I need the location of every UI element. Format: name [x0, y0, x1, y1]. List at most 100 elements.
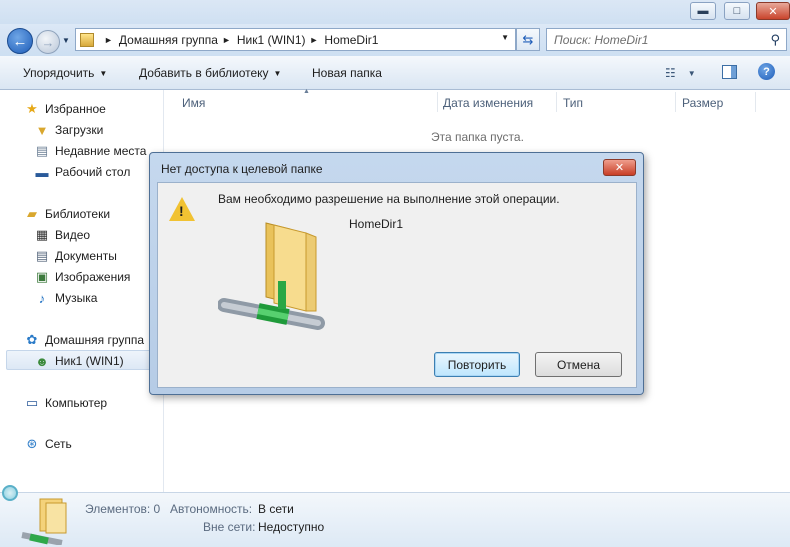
warning-exclamation-icon: !: [179, 203, 184, 219]
sidebar-item-user[interactable]: ☻ Ник1 (WIN1): [34, 352, 124, 370]
search-input[interactable]: [554, 32, 764, 47]
user-icon: ☻: [35, 353, 49, 369]
sidebar-item-computer[interactable]: ▭ Компьютер: [24, 394, 107, 412]
sidebar-item-video[interactable]: ▦ Видео: [34, 226, 90, 244]
close-icon: ✕: [614, 162, 625, 174]
column-header-size[interactable]: Размер: [682, 96, 723, 110]
back-button[interactable]: ←: [7, 28, 33, 54]
computer-icon: ▭: [25, 395, 39, 410]
column-divider[interactable]: [437, 92, 438, 112]
forward-button[interactable]: →: [36, 30, 60, 54]
column-header-date[interactable]: Дата изменения: [443, 96, 533, 110]
views-icon: ☷: [665, 66, 676, 80]
sidebar-item-label: Библиотеки: [45, 207, 111, 221]
dialog-body: ! Вам необходимо разрешение на выполнени…: [157, 182, 637, 388]
column-header-name[interactable]: Имя: [182, 96, 205, 110]
back-arrow-icon: ←: [12, 32, 28, 50]
help-icon[interactable]: ?: [758, 63, 775, 80]
new-folder-button[interactable]: Новая папка: [312, 66, 382, 80]
title-bar: ▬ □ ✕: [0, 0, 790, 24]
sidebar-item-recent[interactable]: ▤ Недавние места: [34, 142, 147, 160]
sidebar-item-homegroup[interactable]: ✿ Домашняя группа: [24, 331, 144, 349]
sidebar-item-label: Документы: [55, 249, 117, 263]
offline-status-value: В сети: [258, 502, 294, 516]
sidebar-item-label: Ник1 (WIN1): [55, 354, 124, 368]
homegroup-icon: ✿: [26, 332, 38, 347]
sidebar-item-label: Домашняя группа: [45, 333, 145, 347]
search-icon[interactable]: ⚲: [770, 32, 780, 48]
breadcrumb-arrow-icon[interactable]: ►: [310, 35, 319, 45]
minimize-button[interactable]: ▬: [690, 2, 716, 20]
sidebar-item-label: Рабочий стол: [55, 165, 131, 179]
history-dropdown-icon[interactable]: ▼: [62, 36, 70, 45]
address-dropdown-icon[interactable]: ▼: [501, 33, 509, 42]
recent-places-icon: ▤: [35, 143, 49, 158]
sidebar-item-label: Компьютер: [45, 396, 108, 410]
maximize-button[interactable]: □: [724, 2, 750, 20]
images-icon: ▣: [35, 269, 49, 284]
access-denied-dialog: Нет доступа к целевой папке ✕ ! Вам необ…: [149, 152, 644, 395]
column-divider[interactable]: [556, 92, 557, 112]
chevron-down-icon: ▼: [273, 69, 282, 78]
refresh-button[interactable]: ⇆: [516, 28, 540, 51]
sidebar-item-documents[interactable]: ▤ Документы: [34, 247, 117, 265]
sidebar-item-images[interactable]: ▣ Изображения: [34, 268, 131, 286]
address-row: ← → ▼ ► Домашняя группа ► Ник1 (WIN1) ► …: [0, 24, 790, 56]
busy-cursor-icon: [2, 485, 18, 501]
add-to-library-button[interactable]: Добавить в библиотеку ▼: [139, 66, 281, 80]
retry-button[interactable]: Повторить: [434, 352, 520, 377]
offline-availability-label: Вне сети:: [203, 520, 256, 534]
offline-status-label: Автономность:: [170, 502, 253, 516]
breadcrumb-arrow-icon[interactable]: ►: [222, 35, 231, 45]
sidebar-item-favorites[interactable]: ★ Избранное: [24, 100, 106, 118]
empty-folder-message: Эта папка пуста.: [431, 130, 524, 144]
add-to-library-label: Добавить в библиотеку: [139, 66, 269, 80]
star-icon: ★: [26, 101, 38, 116]
sidebar-item-downloads[interactable]: ▼ Загрузки: [34, 121, 104, 139]
sidebar-item-label: Видео: [55, 228, 91, 242]
cancel-button[interactable]: Отмена: [535, 352, 622, 377]
sidebar-item-libraries[interactable]: ▰ Библиотеки: [24, 205, 110, 223]
navigation-pane: ★ Избранное ▼ Загрузки ▤ Недавние места ▬ Ра…: [0, 90, 164, 492]
sort-arrow-icon: ▲: [303, 88, 310, 95]
view-options-button[interactable]: ☷ ▼: [665, 66, 696, 80]
address-bar[interactable]: ► Домашняя группа ► Ник1 (WIN1) ► HomeDi…: [75, 28, 516, 51]
network-folder-icon: [218, 222, 325, 330]
breadcrumb-user[interactable]: Ник1 (WIN1): [237, 33, 306, 47]
sidebar-item-music[interactable]: ♪ Музыка: [34, 289, 98, 307]
dialog-message: Вам необходимо разрешение на выполнение …: [218, 192, 560, 206]
preview-pane-icon[interactable]: [722, 65, 737, 79]
video-icon: ▦: [35, 227, 49, 242]
organize-button[interactable]: Упорядочить ▼: [23, 66, 107, 80]
breadcrumb-arrow-icon[interactable]: ►: [104, 35, 113, 45]
forward-arrow-icon: →: [41, 34, 55, 50]
sidebar-item-desktop[interactable]: ▬ Рабочий стол: [34, 163, 131, 181]
dialog-title: Нет доступа к целевой папке: [161, 162, 323, 176]
offline-availability-value: Недоступно: [258, 520, 325, 534]
sidebar-item-label: Загрузки: [55, 123, 104, 137]
sidebar-item-label: Избранное: [45, 102, 106, 116]
chevron-down-icon: ▼: [687, 69, 696, 78]
documents-icon: ▤: [35, 248, 49, 263]
downloads-folder-icon: ▼: [35, 122, 49, 138]
refresh-icon: ⇆: [522, 31, 534, 47]
search-box[interactable]: ⚲: [546, 28, 787, 51]
column-divider[interactable]: [755, 92, 756, 112]
sidebar-item-network[interactable]: ⊛ Сеть: [24, 435, 72, 453]
organize-label: Упорядочить: [23, 66, 95, 80]
dialog-folder-name: HomeDir1: [349, 217, 404, 231]
chevron-down-icon: ▼: [99, 69, 108, 78]
breadcrumb-homegroup[interactable]: Домашняя группа: [119, 33, 218, 47]
column-header-type[interactable]: Тип: [563, 96, 583, 110]
close-button[interactable]: ✕: [756, 2, 790, 20]
sidebar-item-label: Музыка: [55, 291, 98, 305]
desktop-icon: ▬: [35, 164, 49, 180]
network-icon: ⊛: [26, 436, 38, 451]
dialog-close-button[interactable]: ✕: [603, 159, 636, 176]
breadcrumb-folder[interactable]: HomeDir1: [324, 33, 378, 47]
item-count: Элементов: 0: [85, 502, 161, 516]
homegroup-icon: [80, 32, 94, 47]
sidebar-item-label: Изображения: [55, 270, 131, 284]
column-divider[interactable]: [675, 92, 676, 112]
details-pane: Элементов: 0 Автономность: В сети Вне се…: [0, 492, 790, 547]
